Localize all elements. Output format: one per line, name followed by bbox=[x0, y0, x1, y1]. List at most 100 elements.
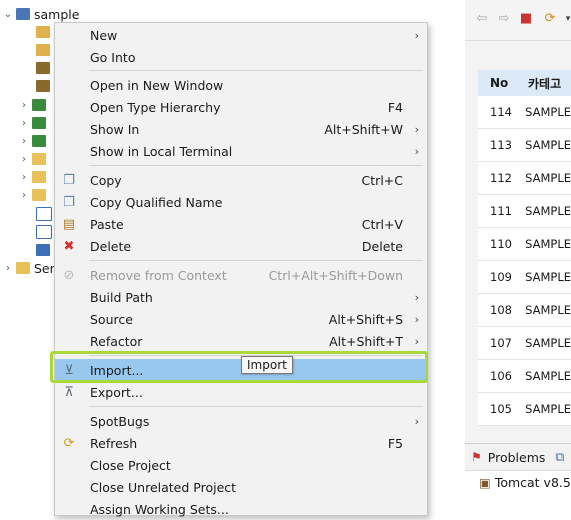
bottom-panel: ⚑ Problems ⧉ ▣ Tomcat v8.5 bbox=[465, 443, 571, 515]
menu-item-copy-qualified-name[interactable]: ❐ Copy Qualified Name bbox=[55, 191, 427, 213]
menu-item-assign-working-sets[interactable]: Assign Working Sets... bbox=[55, 498, 427, 520]
menu-item-show-in[interactable]: Show In Alt+Shift+W › bbox=[55, 118, 427, 140]
export-icon: ⊼ bbox=[64, 384, 74, 400]
chevron-down-icon[interactable]: ▾ bbox=[561, 12, 571, 26]
xml-file-icon bbox=[36, 207, 52, 221]
menu-item-delete[interactable]: ✖ Delete Delete bbox=[55, 235, 427, 257]
menu-item-open-type-hierarchy[interactable]: Open Type Hierarchy F4 bbox=[55, 96, 427, 118]
menu-item-source[interactable]: Source Alt+Shift+S › bbox=[55, 308, 427, 330]
cell-no: 108 bbox=[490, 303, 512, 317]
maven-file-icon bbox=[36, 244, 50, 256]
tree-item[interactable]: › bbox=[18, 186, 50, 204]
tree-item[interactable] bbox=[22, 23, 54, 41]
table-row[interactable]: 114 SAMPLE bbox=[478, 96, 571, 129]
tree-item[interactable] bbox=[22, 205, 56, 223]
problems-icon: ⚑ bbox=[471, 450, 482, 464]
tooltip: Import bbox=[241, 356, 293, 374]
menu-item-close-project[interactable]: Close Project bbox=[55, 454, 427, 476]
cell-no: 107 bbox=[490, 336, 512, 350]
table-row[interactable]: 108 SAMPLE bbox=[478, 294, 571, 327]
menu-item-spotbugs[interactable]: SpotBugs › bbox=[55, 410, 427, 432]
menu-separator bbox=[89, 260, 423, 261]
stop-icon[interactable]: ■ bbox=[519, 12, 533, 26]
paste-icon: ▤ bbox=[62, 216, 76, 232]
menu-item-show-in-local-terminal[interactable]: Show in Local Terminal › bbox=[55, 140, 427, 162]
chevron-right-icon[interactable]: › bbox=[18, 135, 30, 147]
sync-icon[interactable]: ⟳ bbox=[543, 12, 557, 26]
tree-item[interactable]: › bbox=[18, 96, 50, 114]
table-row[interactable]: 106 SAMPLE bbox=[478, 360, 571, 393]
column-header-category[interactable]: 카테고 bbox=[522, 75, 561, 92]
menu-item-export[interactable]: ⊼ Export... bbox=[55, 381, 427, 403]
menu-item-refactor[interactable]: Refactor Alt+Shift+T › bbox=[55, 330, 427, 352]
chevron-right-icon[interactable]: › bbox=[18, 153, 30, 165]
chevron-right-icon[interactable]: › bbox=[18, 99, 30, 111]
menu-item-shortcut: Ctrl+C bbox=[361, 172, 403, 188]
tree-item[interactable] bbox=[22, 41, 54, 59]
cell-category: SAMPLE bbox=[525, 204, 571, 218]
chevron-right-icon[interactable]: › bbox=[18, 171, 30, 183]
table-header: No 카테고 bbox=[478, 70, 571, 96]
server-item[interactable]: ▣ Tomcat v8.5 bbox=[465, 471, 571, 493]
table-row[interactable]: 107 SAMPLE bbox=[478, 327, 571, 360]
menu-item-label: Refresh bbox=[90, 435, 138, 451]
menu-item-go-into[interactable]: Go Into bbox=[55, 46, 427, 68]
back-arrow-icon[interactable]: ⇦ bbox=[475, 12, 489, 26]
menu-item-new[interactable]: New › bbox=[55, 24, 427, 46]
menu-item-copy[interactable]: ❐ Copy Ctrl+C bbox=[55, 169, 427, 191]
console-icon[interactable]: ⧉ bbox=[555, 449, 564, 465]
xml-file-icon bbox=[36, 225, 52, 239]
cell-category: SAMPLE bbox=[525, 303, 571, 317]
column-header-no[interactable]: No bbox=[478, 76, 522, 90]
menu-item-label: Export... bbox=[90, 384, 143, 400]
table-row[interactable]: 111 SAMPLE bbox=[478, 195, 571, 228]
folder-icon bbox=[32, 153, 46, 165]
tree-item[interactable]: › bbox=[18, 168, 50, 186]
tree-item-label: sample bbox=[34, 6, 80, 22]
menu-item-open-in-new-window[interactable]: Open in New Window bbox=[55, 74, 427, 96]
tree-item[interactable] bbox=[22, 241, 54, 259]
chevron-right-icon: › bbox=[414, 144, 419, 158]
table-row[interactable]: 113 SAMPLE bbox=[478, 129, 571, 162]
copy-icon: ❐ bbox=[63, 172, 75, 188]
tab-problems[interactable]: ⚑ Problems ⧉ bbox=[465, 444, 571, 471]
package-folder-icon bbox=[36, 44, 50, 56]
forward-arrow-icon[interactable]: ⇨ bbox=[497, 12, 511, 26]
chevron-right-icon: › bbox=[414, 312, 419, 326]
menu-item-refresh[interactable]: ⟳ Refresh F5 bbox=[55, 432, 427, 454]
table-row[interactable]: 105 SAMPLE bbox=[478, 393, 571, 426]
menu-item-label: Close Project bbox=[90, 457, 171, 473]
menu-item-label: Open in New Window bbox=[90, 77, 224, 93]
chevron-right-icon[interactable]: › bbox=[2, 262, 14, 274]
tree-item[interactable]: › bbox=[18, 150, 50, 168]
tree-item[interactable] bbox=[22, 59, 54, 77]
cell-no: 106 bbox=[490, 369, 512, 383]
tree-item-servers[interactable]: › Ser bbox=[2, 259, 55, 277]
tree-item[interactable] bbox=[22, 223, 56, 241]
table-row[interactable]: 109 SAMPLE bbox=[478, 261, 571, 294]
tree-item[interactable]: › bbox=[18, 132, 50, 150]
cell-no: 113 bbox=[490, 138, 512, 152]
table-row[interactable]: 110 SAMPLE bbox=[478, 228, 571, 261]
chevron-down-icon[interactable]: ⌄ bbox=[2, 8, 14, 20]
menu-item-build-path[interactable]: Build Path › bbox=[55, 286, 427, 308]
chevron-right-icon[interactable]: › bbox=[18, 117, 30, 129]
cell-no: 112 bbox=[490, 171, 512, 185]
tree-item-root-project[interactable]: ⌄ sample bbox=[2, 5, 80, 23]
package-folder-icon bbox=[36, 26, 50, 38]
menu-item-paste[interactable]: ▤ Paste Ctrl+V bbox=[55, 213, 427, 235]
menu-item-shortcut: Ctrl+Alt+Shift+Down bbox=[268, 267, 403, 283]
tree-item[interactable] bbox=[22, 77, 54, 95]
table-row[interactable]: 112 SAMPLE bbox=[478, 162, 571, 195]
menu-item-label: Go Into bbox=[90, 49, 136, 65]
menu-item-label: SpotBugs bbox=[90, 413, 150, 429]
results-table: No 카테고 114 SAMPLE 113 SAMPLE 112 SAMPLE 111… bbox=[478, 70, 571, 426]
menu-item-shortcut: Ctrl+V bbox=[361, 216, 403, 232]
delete-icon: ✖ bbox=[63, 238, 75, 254]
menu-item-label: Close Unrelated Project bbox=[90, 479, 237, 495]
menu-item-close-unrelated-project[interactable]: Close Unrelated Project bbox=[55, 476, 427, 498]
cell-category: SAMPLE bbox=[525, 171, 571, 185]
chevron-right-icon[interactable]: › bbox=[18, 189, 30, 201]
tree-item[interactable]: › bbox=[18, 114, 50, 132]
chevron-right-icon: › bbox=[414, 28, 419, 42]
